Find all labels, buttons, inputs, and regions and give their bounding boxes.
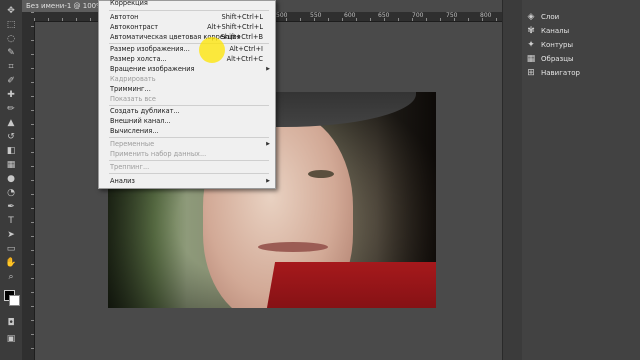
menu-item-trim[interactable]: Тримминг... bbox=[99, 84, 275, 94]
vertical-ruler bbox=[22, 12, 35, 360]
panel-label: Слои bbox=[541, 13, 560, 21]
menu-item-auto-contrast[interactable]: Автоконтраст Alt+Shift+Ctrl+L bbox=[99, 22, 275, 32]
panel-navigator[interactable]: ⊞ Навигатор bbox=[526, 66, 636, 80]
ruler-mark: 700 bbox=[412, 12, 424, 19]
channels-icon: ✾ bbox=[527, 26, 535, 36]
ruler-mark: 500 bbox=[276, 12, 288, 19]
quick-mask-icon[interactable]: ◘ bbox=[4, 318, 18, 328]
ruler-mark: 550 bbox=[310, 12, 322, 19]
background-color-swatch[interactable] bbox=[9, 295, 20, 306]
navigator-icon: ⊞ bbox=[527, 68, 535, 78]
menu-item-auto-color[interactable]: Автоматическая цветовая коррекция Shift+C… bbox=[99, 32, 275, 42]
panel-swatches[interactable]: ▦ Образцы bbox=[526, 52, 636, 66]
crop-icon[interactable]: ⌗ bbox=[4, 62, 18, 72]
panel-label: Каналы bbox=[541, 27, 570, 35]
lasso-icon[interactable]: ◌ bbox=[4, 34, 18, 44]
zoom-icon[interactable]: ⌕ bbox=[4, 272, 18, 282]
stamp-icon[interactable]: ▲ bbox=[4, 118, 18, 128]
blur-icon[interactable]: ● bbox=[4, 174, 18, 184]
ruler-mark: 750 bbox=[446, 12, 458, 19]
menu-item-analysis[interactable]: Анализ ▶ bbox=[99, 176, 275, 186]
menu-item-canvas-size[interactable]: Размер холста... Alt+Ctrl+C bbox=[99, 54, 275, 64]
type-icon[interactable]: T bbox=[4, 216, 18, 226]
menu-item-image-rotation[interactable]: Вращение изображения ▶ bbox=[99, 64, 275, 74]
menu-item-trap: Треппинг... bbox=[110, 163, 150, 171]
tools-panel: ✥ ⬚ ◌ ✎ ⌗ ✐ ✚ ✏ ▲ ↺ ◧ ▦ ● ◔ ✒ T ➤ ▭ ✋ ⌕ … bbox=[0, 0, 23, 360]
menu-item-adjustments[interactable]: Коррекция bbox=[99, 0, 275, 8]
panel-layers[interactable]: ◈ Слои bbox=[526, 10, 636, 24]
menu-item-apply-image[interactable]: Внешний канал... bbox=[99, 116, 275, 126]
hand-icon[interactable]: ✋ bbox=[4, 258, 18, 268]
menu-item-calculations[interactable]: Вычисления... bbox=[99, 126, 275, 136]
panel-label: Навигатор bbox=[541, 69, 580, 77]
brush-icon[interactable]: ✏ bbox=[4, 104, 18, 114]
ruler-mark: 600 bbox=[344, 12, 356, 19]
panel-dock-strip bbox=[502, 0, 523, 360]
photo-mouth bbox=[258, 242, 328, 252]
photo-jacket bbox=[260, 262, 436, 308]
panel-label: Образцы bbox=[541, 55, 574, 63]
image-menu-dropdown: Коррекция Автотон Shift+Ctrl+L Автоконтра… bbox=[98, 0, 276, 189]
move-icon[interactable]: ✥ bbox=[4, 6, 18, 16]
menu-item-image-size[interactable]: Размер изображения... Alt+Ctrl+I bbox=[99, 44, 275, 54]
menu-item-auto-tone[interactable]: Автотон Shift+Ctrl+L bbox=[99, 12, 275, 22]
healing-icon[interactable]: ✚ bbox=[4, 90, 18, 100]
submenu-arrow-icon: ▶ bbox=[266, 178, 270, 184]
panel-label: Контуры bbox=[541, 41, 574, 49]
submenu-arrow-icon: ▶ bbox=[266, 141, 270, 147]
photo-eye-right bbox=[308, 170, 334, 178]
panels-column: ◈ Слои ✾ Каналы ✦ Контуры ▦ Образцы ⊞ Навигат… bbox=[522, 0, 640, 360]
dodge-icon[interactable]: ◔ bbox=[4, 188, 18, 198]
ruler-mark: 650 bbox=[378, 12, 390, 19]
menu-item-duplicate[interactable]: Создать дубликат... bbox=[99, 106, 275, 116]
panel-paths[interactable]: ✦ Контуры bbox=[526, 38, 636, 52]
screen-mode-icon[interactable]: ▣ bbox=[4, 334, 18, 344]
submenu-arrow-icon: ▶ bbox=[266, 66, 270, 72]
path-select-icon[interactable]: ➤ bbox=[4, 230, 18, 240]
swatches-icon: ▦ bbox=[526, 54, 536, 64]
eyedropper-icon[interactable]: ✐ bbox=[4, 76, 18, 86]
eraser-icon[interactable]: ◧ bbox=[4, 146, 18, 156]
marquee-icon[interactable]: ⬚ bbox=[4, 20, 18, 30]
layers-icon: ◈ bbox=[527, 12, 535, 22]
quick-select-icon[interactable]: ✎ bbox=[4, 48, 18, 58]
pen-icon[interactable]: ✒ bbox=[4, 202, 18, 212]
menu-item-crop: Кадрировать bbox=[110, 75, 156, 83]
menu-item-variables: Переменные ▶ bbox=[110, 140, 270, 148]
panel-channels[interactable]: ✾ Каналы bbox=[526, 24, 636, 38]
menu-item-reveal-all: Показать все bbox=[110, 95, 156, 103]
paths-icon: ✦ bbox=[527, 40, 535, 50]
history-brush-icon[interactable]: ↺ bbox=[4, 132, 18, 142]
shape-icon[interactable]: ▭ bbox=[4, 244, 18, 254]
ruler-mark: 800 bbox=[480, 12, 492, 19]
gradient-icon[interactable]: ▦ bbox=[4, 160, 18, 170]
menu-item-apply-data-set: Применить набор данных... bbox=[110, 150, 207, 158]
